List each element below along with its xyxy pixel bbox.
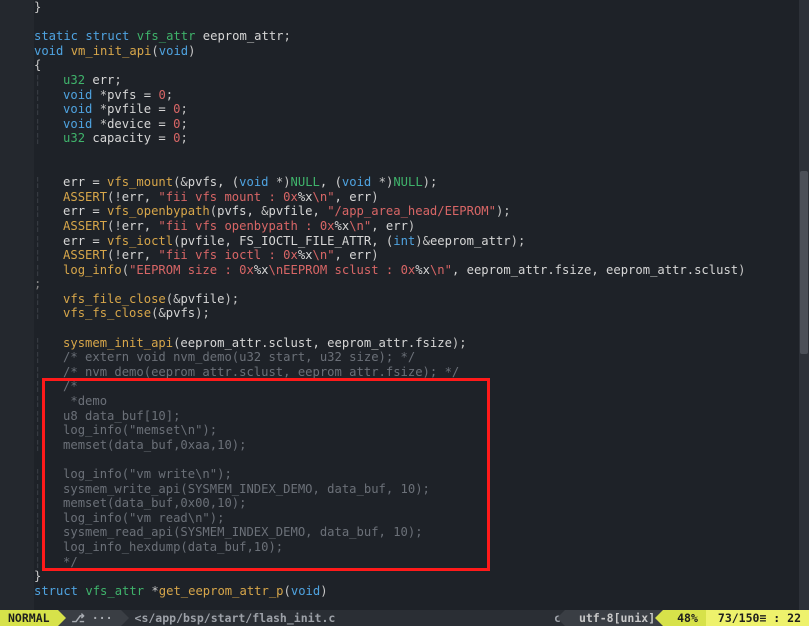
line-number-gutter [0,0,34,610]
code-text: ¦ log_info("vm write\n"); [34,467,809,482]
code-text: ¦ memset(data_buf,0x00,10); [34,496,809,511]
code-text: ¦ log_info("vm read\n"); [34,511,809,526]
code-text: struct vfs_attr *get_eeprom_attr_p(void) [34,584,809,599]
code-line[interactable]: 122¦ u8 data_buf[10]; [0,409,809,424]
code-text: ¦ u8 data_buf[10]; [34,409,809,424]
code-text: void vm_init_api(void) [34,44,809,59]
code-text: ¦ log_info_hexdump(data_buf,10); [34,540,809,555]
code-text: ¦ u32 capacity = 0; [34,131,809,146]
code-text: ¦ sysmem_init_api(eeprom_attr.sclust, ee… [34,336,809,351]
code-text: ¦ ASSERT(!err, "fii vfs ioctl : 0x%x\n",… [34,248,809,263]
code-text: ¦ ASSERT(!err, "fii vfs mount : 0x%x\n",… [34,190,809,205]
code-text: ¦ vfs_file_close(&pvfile); [34,292,809,307]
code-text: ¦ void *device = 0; [34,117,809,132]
code-line[interactable]: 100¦ u32 err; [0,73,809,88]
code-line[interactable]: 99{ [0,58,809,73]
file-path: <s/app/bsp/start/flash_init.c [121,610,344,626]
code-line[interactable]: 108¦ ASSERT(!err, "fii vfs mount : 0x%x\… [0,190,809,205]
status-spacer [343,610,546,626]
code-line[interactable]: 117¦ sysmem_init_api(eeprom_attr.sclust,… [0,336,809,351]
code-text: ¦ memset(data_buf,0xaa,10); [34,438,809,453]
code-line[interactable]: 130¦ sysmem_read_api(SYSMEM_INDEX_DEMO, … [0,525,809,540]
code-text: ¦ err = vfs_mount(&pvfs, (void *)NULL, (… [34,175,809,190]
code-line[interactable]: 114¦ vfs_file_close(&pvfile); [0,292,809,307]
code-line[interactable]: 128¦ memset(data_buf,0x00,10); [0,496,809,511]
code-text: } [34,569,809,584]
code-line[interactable]: 129¦ log_info("vm read\n"); [0,511,809,526]
code-line[interactable]: 112¦ ASSERT(!err, "fii vfs ioctl : 0x%x\… [0,248,809,263]
code-line[interactable]: 105 [0,146,809,161]
code-line[interactable]: 115¦ vfs_fs_close(&pvfs); [0,306,809,321]
code-line[interactable]: 102¦ void *pvfile = 0; [0,102,809,117]
code-line[interactable]: 121¦ *demo [0,394,809,409]
cursor-position: 73/150≡ : 22 [706,610,809,626]
code-line[interactable]: 111¦ err = vfs_ioctl(pvfile, FS_IOCTL_FI… [0,234,809,249]
code-line[interactable]: 113¦ log_info("EEPROM size : 0x%x\nEEPRO… [0,263,809,278]
code-text: ¦ log_info("memset\n"); [34,423,809,438]
status-bar: NORMAL ⎇ ··· <s/app/bsp/start/flash_init… [0,610,809,626]
code-text: ¦ void *pvfile = 0; [34,102,809,117]
code-text: ¦ /* nvm_demo(eeprom_attr.sclust, eeprom… [34,365,809,380]
code-text: ¦ /* extern void nvm_demo(u32 start, u32… [34,350,809,365]
code-line[interactable]: 118¦ /* extern void nvm_demo(u32 start, … [0,350,809,365]
code-text: ¦ err = vfs_openbypath(pvfs, &pvfile, "/… [34,204,809,219]
code-text: ; [34,277,809,292]
code-line[interactable]: 107¦ err = vfs_mount(&pvfs, (void *)NULL… [0,175,809,190]
code-text: ¦ */ [34,555,809,570]
code-text: { [34,58,809,73]
code-line[interactable]: 96 [0,15,809,30]
code-text: ¦ /* [34,379,809,394]
code-line[interactable]: 97static struct vfs_attr eeprom_attr; [0,29,809,44]
code-text: } [34,0,809,15]
code-text: ¦ log_info("EEPROM size : 0x%x\nEEPROM s… [34,263,809,278]
code-text: ¦ *demo [34,394,809,409]
branch-icon: ⎇ [72,611,85,626]
code-line[interactable]: 134struct vfs_attr *get_eeprom_attr_p(vo… [0,584,809,599]
code-line[interactable]: 119¦ /* nvm_demo(eeprom_attr.sclust, eep… [0,365,809,380]
vim-mode: NORMAL [0,610,58,626]
code-text: ¦ u32 err; [34,73,809,88]
code-line[interactable]: 127¦ sysmem_write_api(SYSMEM_INDEX_DEMO,… [0,482,809,497]
code-line[interactable]: 98void vm_init_api(void) [0,44,809,59]
code-line[interactable]: 133} [0,569,809,584]
code-text: ¦ err = vfs_ioctl(pvfile, FS_IOCTL_FILE_… [34,234,809,249]
code-text: ¦ sysmem_read_api(SYSMEM_INDEX_DEMO, dat… [34,525,809,540]
code-line[interactable]: 120¦ /* [0,379,809,394]
code-line[interactable]: 132¦ */ [0,555,809,570]
code-line[interactable]: 103¦ void *device = 0; [0,117,809,132]
code-line[interactable]: 101¦ void *pvfs = 0; [0,88,809,103]
encoding: utf-8[unix] [565,610,663,626]
scroll-percent: 48% [663,610,706,626]
code-line[interactable]: 104¦ u32 capacity = 0; [0,131,809,146]
code-line[interactable]: 123¦ log_info("memset\n"); [0,423,809,438]
code-text: static struct vfs_attr eeprom_attr; [34,29,809,44]
code-text: ¦ ASSERT(!err, "fii vfs openbypath : 0x%… [34,219,809,234]
code-line[interactable]: 126¦ log_info("vm write\n"); [0,467,809,482]
code-line[interactable]: 106 [0,161,809,176]
code-text: ¦ void *pvfs = 0; [34,88,809,103]
code-text: ¦ vfs_fs_close(&pvfs); [34,306,809,321]
code-line-wrap[interactable]: ; [0,277,809,292]
code-line[interactable]: 124¦ memset(data_buf,0xaa,10); [0,438,809,453]
git-branch: ⎇ ··· [58,610,121,626]
code-line[interactable]: 110¦ ASSERT(!err, "fii vfs openbypath : … [0,219,809,234]
code-line[interactable]: 95} [0,0,809,15]
code-editor[interactable]: 95}9697static struct vfs_attr eeprom_att… [0,0,809,610]
vertical-scrollbar[interactable] [799,0,809,610]
code-line[interactable]: 109¦ err = vfs_openbypath(pvfs, &pvfile,… [0,204,809,219]
scrollbar-thumb[interactable] [800,171,808,354]
code-text: ¦ sysmem_write_api(SYSMEM_INDEX_DEMO, da… [34,482,809,497]
code-line[interactable]: 125 [0,452,809,467]
code-line[interactable]: 131¦ log_info_hexdump(data_buf,10); [0,540,809,555]
code-line[interactable]: 116 [0,321,809,336]
